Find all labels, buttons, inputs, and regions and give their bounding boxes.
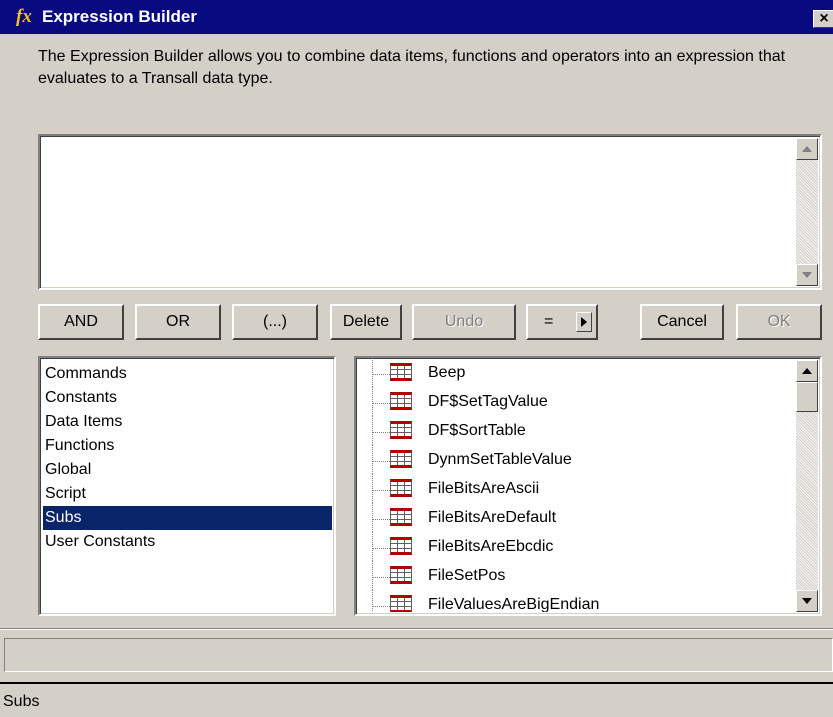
separator [0,628,833,630]
arrow-up-icon [802,368,812,374]
tree-branch [372,461,392,462]
tree-line [372,358,373,387]
table-icon [390,450,412,468]
subs-item[interactable]: FileValuesAreBigEndian [356,590,794,612]
subs-item-label: DynmSetTableValue [428,451,572,468]
arrow-right-icon [581,317,587,327]
tree-line [372,503,373,532]
subs-item-label: FileSetPos [428,567,506,584]
status-text: Subs [3,693,40,710]
tree-line [372,416,373,445]
info-panel [4,638,833,672]
subs-item[interactable]: DynmSetTableValue [356,445,794,474]
expression-editor[interactable] [38,134,822,290]
subs-item[interactable]: FileSetPos [356,561,794,590]
tree-line [372,532,373,561]
subs-scrollbar[interactable] [796,360,818,612]
tree-line [372,445,373,474]
table-icon [390,421,412,439]
subs-item[interactable]: DF$SortTable [356,416,794,445]
or-button[interactable]: OR [135,304,221,340]
window-title: Expression Builder [42,7,197,26]
function-icon: fx [16,6,32,27]
category-item-script[interactable]: Script [43,482,332,506]
ok-button[interactable]: OK [736,304,822,340]
tree-branch [372,490,392,491]
equals-dropdown-button[interactable] [576,312,592,332]
status-bar: Subs [0,682,833,717]
tree-branch [372,577,392,578]
tree-branch [372,374,392,375]
subs-item[interactable]: DF$SetTagValue [356,387,794,416]
category-item-data-items[interactable]: Data Items [43,410,332,434]
subs-item[interactable]: FileBitsAreAscii [356,474,794,503]
parentheses-button[interactable]: (...) [232,304,318,340]
table-icon [390,595,412,612]
table-icon [390,363,412,381]
scroll-thumb[interactable] [796,382,818,412]
subs-items: Beep DF$SetTagValue DF$SortTable DynmSetTab… [356,358,794,612]
subs-list[interactable]: Beep DF$SetTagValue DF$SortTable DynmSetTab… [354,356,822,616]
table-icon [390,479,412,497]
tree-line [372,561,373,590]
and-button[interactable]: AND [38,304,124,340]
category-list[interactable]: Commands Constants Data Items Functions Glob… [38,356,336,616]
delete-button[interactable]: Delete [330,304,402,340]
subs-item-label: DF$SetTagValue [428,393,548,410]
subs-item-label: FileBitsAreDefault [428,509,557,526]
expression-scrollbar[interactable] [796,138,818,286]
close-icon: × [819,10,829,27]
table-icon [390,566,412,584]
category-item-global[interactable]: Global [43,458,332,482]
title-bar[interactable]: fx Expression Builder × [0,0,833,34]
scroll-down-button[interactable] [796,264,818,286]
tree-branch [372,432,392,433]
tree-line [372,474,373,503]
category-item-user-constants[interactable]: User Constants [43,530,332,554]
scroll-down-button[interactable] [796,590,818,612]
cancel-button[interactable]: Cancel [640,304,724,340]
tree-branch [372,606,392,607]
subs-item-label: FileBitsAreEbcdic [428,538,554,555]
scroll-up-button[interactable] [796,360,818,382]
tree-branch [372,519,392,520]
subs-item-label: FileBitsAreAscii [428,480,540,497]
subs-item-label: FileValuesAreBigEndian [428,596,600,612]
subs-item-label: DF$SortTable [428,422,526,439]
tree-branch [372,548,392,549]
undo-button[interactable]: Undo [412,304,516,340]
subs-item[interactable]: Beep [356,358,794,387]
close-button[interactable]: × [813,10,833,28]
subs-item-label: Beep [428,364,466,381]
table-icon [390,392,412,410]
category-item-constants[interactable]: Constants [43,386,332,410]
arrow-down-icon [802,598,812,604]
tree-branch [372,403,392,404]
category-item-commands[interactable]: Commands [43,362,332,386]
tree-line [372,387,373,416]
category-items: Commands Constants Data Items Functions Glob… [43,362,332,554]
category-item-subs[interactable]: Subs [43,506,332,530]
table-icon [390,537,412,555]
subs-item[interactable]: FileBitsAreDefault [356,503,794,532]
table-icon [390,508,412,526]
subs-item[interactable]: FileBitsAreEbcdic [356,532,794,561]
arrow-down-icon [802,272,812,278]
scroll-up-button[interactable] [796,138,818,160]
tree-line [372,590,373,612]
description-text: The Expression Builder allows you to com… [38,48,786,87]
category-item-functions[interactable]: Functions [43,434,332,458]
arrow-up-icon [802,146,812,152]
